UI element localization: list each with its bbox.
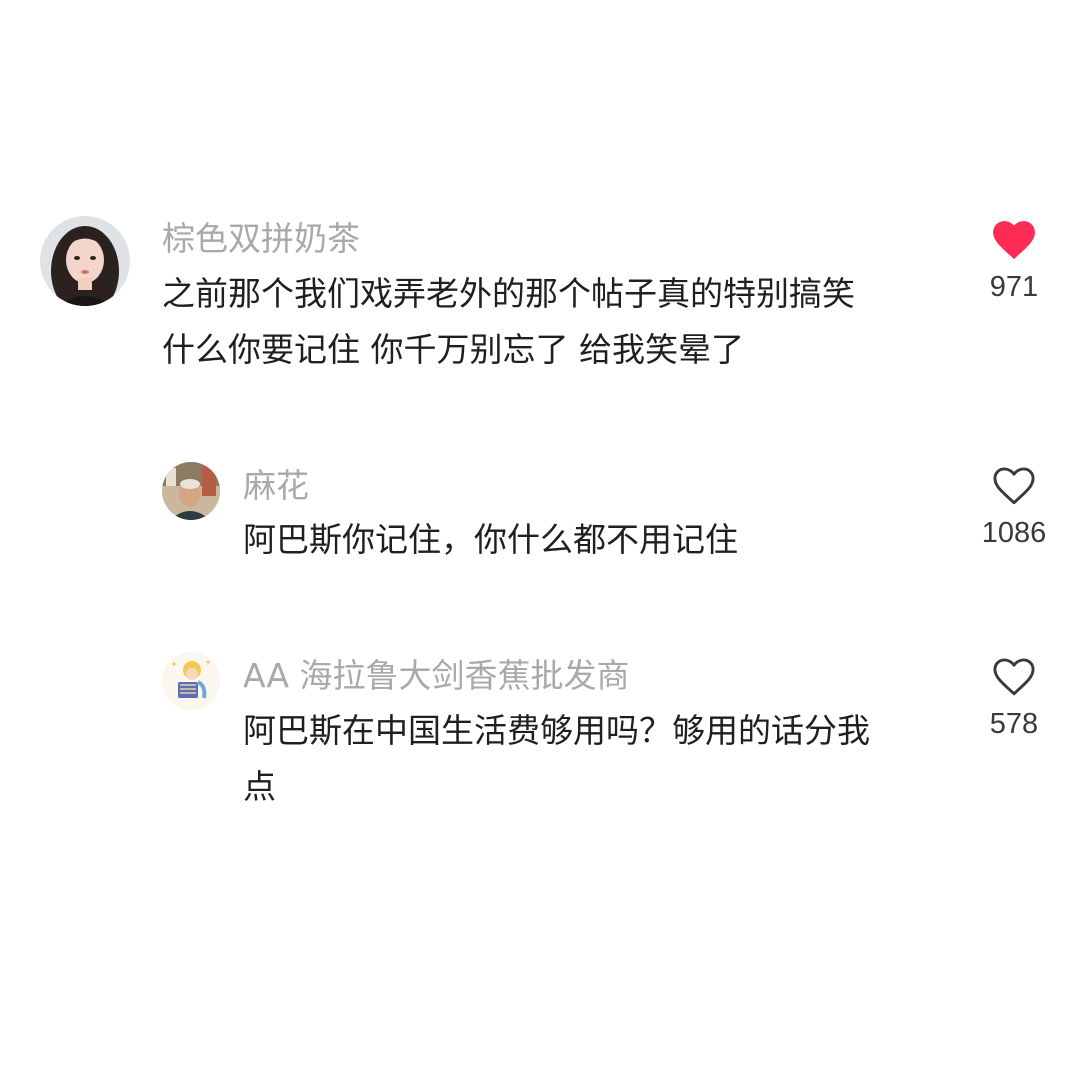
like-button[interactable]: 971 [964, 220, 1064, 305]
comment-username[interactable]: AA 海拉鲁大剑香蕉批发商 [243, 656, 630, 696]
heart-outline-icon [993, 467, 1035, 505]
avatar[interactable] [162, 462, 220, 520]
like-count: 971 [989, 271, 1039, 303]
avatar-image [162, 652, 220, 710]
like-count: 1086 [981, 517, 1047, 549]
like-count: 578 [989, 708, 1039, 740]
heart-outline-icon [993, 658, 1035, 696]
heart-filled-icon [993, 221, 1035, 260]
comment-text: 阿巴斯在中国生活费够用吗？够用的话分我 点 [243, 711, 870, 806]
comment-text: 阿巴斯你记住，你什么都不用记住 [243, 520, 738, 559]
avatar-image [162, 462, 220, 520]
avatar[interactable] [162, 652, 220, 710]
avatar-image [40, 216, 130, 306]
avatar[interactable] [40, 216, 130, 306]
comment-text: 之前那个我们戏弄老外的那个帖子真的特别搞笑 什么你要记住 你千万别忘了 给我笑晕… [162, 274, 855, 369]
like-button[interactable]: 1086 [964, 466, 1064, 551]
like-button[interactable]: 578 [964, 657, 1064, 742]
comment-username[interactable]: 麻花 [243, 466, 309, 506]
comment-username[interactable]: 棕色双拼奶茶 [162, 219, 360, 259]
